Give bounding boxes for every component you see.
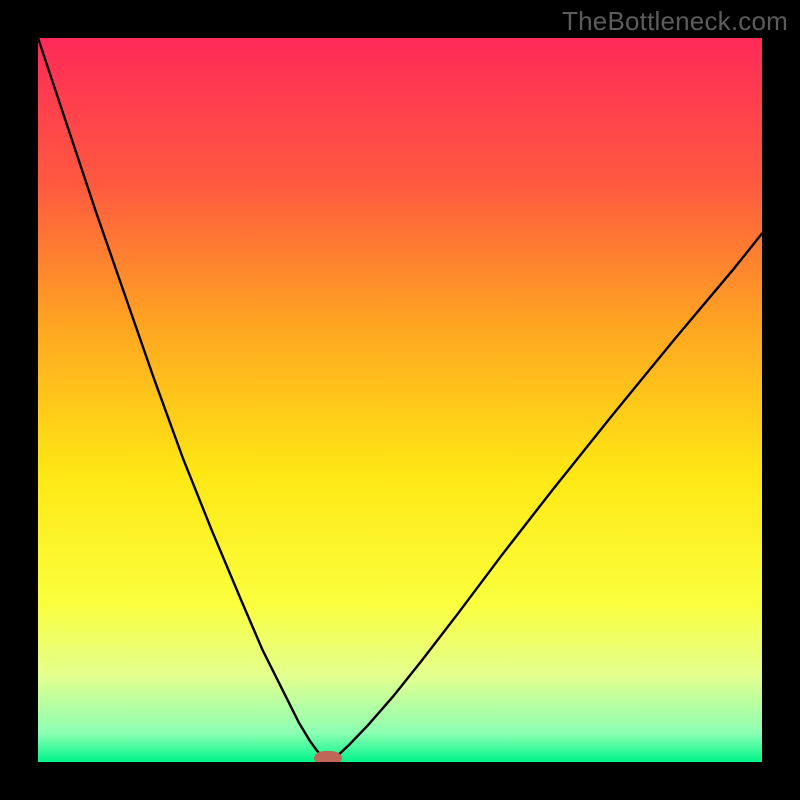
bottleneck-curve (38, 38, 762, 762)
watermark-text: TheBottleneck.com (562, 6, 788, 37)
chart-frame: TheBottleneck.com (0, 0, 800, 800)
minimum-marker (314, 751, 342, 762)
plot-area (38, 38, 762, 762)
